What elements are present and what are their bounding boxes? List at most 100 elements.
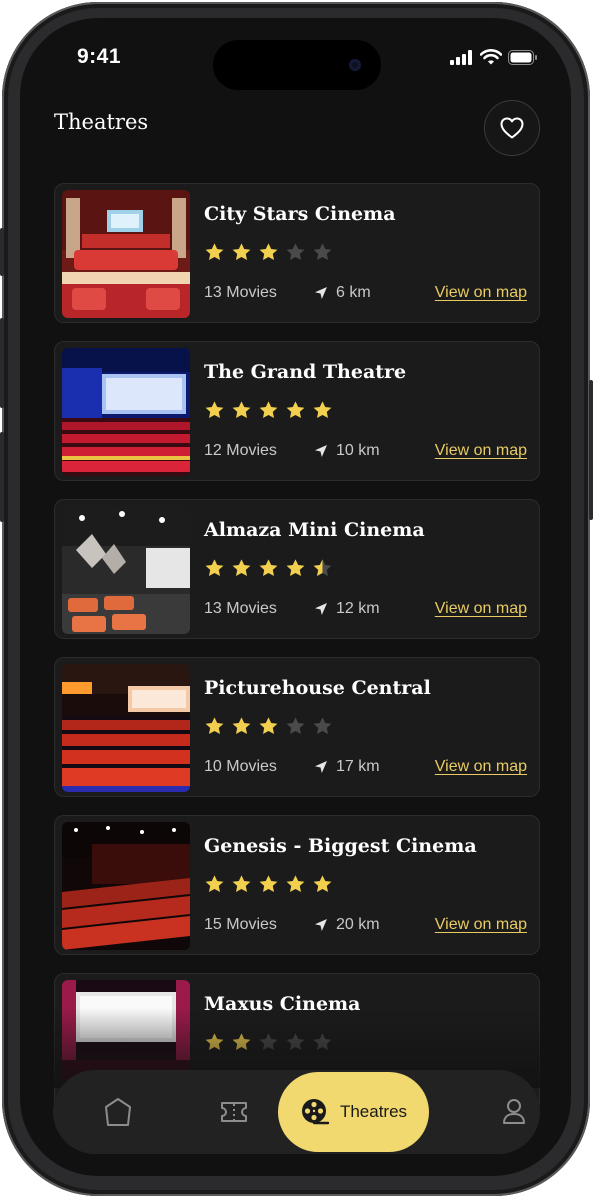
theatre-card[interactable]: Picturehouse Central 10 Movies 17 km Vie… bbox=[54, 657, 540, 797]
profile-icon bbox=[503, 1099, 525, 1124]
movie-count: 10 Movies bbox=[204, 758, 277, 775]
view-on-map-link[interactable]: View on map bbox=[435, 758, 527, 776]
star-filled-icon bbox=[205, 875, 224, 893]
star-filled-icon bbox=[313, 875, 332, 893]
rating-stars bbox=[204, 874, 333, 895]
star-filled-icon bbox=[259, 559, 278, 577]
theatre-thumbnail bbox=[62, 664, 190, 792]
star-filled-icon bbox=[205, 401, 224, 419]
star-empty-icon bbox=[286, 1033, 305, 1051]
rating-stars bbox=[204, 1032, 333, 1053]
star-filled-icon bbox=[232, 1033, 251, 1051]
star-empty-icon bbox=[313, 717, 332, 735]
distance: 17 km bbox=[314, 758, 380, 776]
star-filled-icon bbox=[259, 875, 278, 893]
location-arrow-icon bbox=[315, 287, 327, 299]
status-bar: 9:41 bbox=[20, 18, 571, 98]
star-filled-icon bbox=[232, 559, 251, 577]
location-arrow-icon bbox=[315, 445, 327, 457]
view-on-map-link[interactable]: View on map bbox=[435, 284, 527, 302]
theatre-thumbnail bbox=[62, 348, 190, 476]
tab-home[interactable] bbox=[79, 1070, 157, 1154]
theatre-name: Picturehouse Central bbox=[204, 677, 431, 699]
view-on-map-link[interactable]: View on map bbox=[435, 916, 527, 934]
star-filled-icon bbox=[232, 717, 251, 735]
tab-theatres[interactable]: Theatres bbox=[278, 1072, 429, 1152]
star-filled-icon bbox=[205, 1033, 224, 1051]
heart-icon bbox=[500, 117, 524, 139]
theatre-card[interactable]: Genesis - Biggest Cinema 15 Movies 20 km… bbox=[54, 815, 540, 955]
star-filled-icon bbox=[232, 875, 251, 893]
theatre-thumbnail bbox=[62, 506, 190, 634]
movie-count: 13 Movies bbox=[204, 284, 277, 301]
movie-count: 13 Movies bbox=[204, 600, 277, 617]
wifi-icon bbox=[480, 49, 502, 65]
star-filled-icon bbox=[232, 243, 251, 261]
theatre-card[interactable]: The Grand Theatre 12 Movies 10 km View o… bbox=[54, 341, 540, 481]
star-empty-icon bbox=[286, 717, 305, 735]
location-arrow-icon bbox=[315, 919, 327, 931]
silent-switch bbox=[0, 228, 4, 276]
theatre-name: City Stars Cinema bbox=[204, 203, 396, 225]
view-on-map-link[interactable]: View on map bbox=[435, 600, 527, 618]
star-half-icon bbox=[313, 559, 332, 577]
view-on-map-link[interactable]: View on map bbox=[435, 442, 527, 460]
theatre-thumbnail bbox=[62, 822, 190, 950]
star-filled-icon bbox=[259, 401, 278, 419]
tab-profile[interactable] bbox=[475, 1070, 553, 1154]
distance-value: 20 km bbox=[336, 916, 380, 933]
star-filled-icon bbox=[313, 401, 332, 419]
rating-stars bbox=[204, 558, 333, 579]
bottom-tab-bar: Theatres bbox=[53, 1070, 540, 1154]
power-button bbox=[589, 380, 593, 520]
theatre-card[interactable]: City Stars Cinema 13 Movies 6 km View on… bbox=[54, 183, 540, 323]
distance: 10 km bbox=[314, 442, 380, 460]
distance-value: 12 km bbox=[336, 600, 380, 617]
rating-stars bbox=[204, 242, 333, 263]
theatre-name: Almaza Mini Cinema bbox=[204, 519, 425, 541]
star-filled-icon bbox=[232, 401, 251, 419]
status-icons bbox=[450, 49, 538, 65]
star-filled-icon bbox=[205, 243, 224, 261]
star-empty-icon bbox=[286, 243, 305, 261]
star-empty-icon bbox=[313, 243, 332, 261]
tab-theatres-label: Theatres bbox=[339, 1102, 408, 1121]
distance-value: 17 km bbox=[336, 758, 380, 775]
signal-icon bbox=[450, 49, 472, 65]
star-filled-icon bbox=[286, 875, 305, 893]
theatre-list: City Stars Cinema 13 Movies 6 km View on… bbox=[54, 183, 540, 1131]
rating-stars bbox=[204, 716, 333, 737]
theatre-name: Maxus Cinema bbox=[204, 993, 361, 1015]
ticket-icon bbox=[221, 1102, 247, 1122]
theatre-thumbnail bbox=[62, 190, 190, 318]
page-title: Theatres bbox=[54, 110, 149, 134]
star-filled-icon bbox=[259, 243, 278, 261]
location-arrow-icon bbox=[315, 761, 327, 773]
rating-stars bbox=[204, 400, 333, 421]
star-filled-icon bbox=[259, 717, 278, 735]
favorites-button[interactable] bbox=[484, 100, 540, 156]
volume-down-button bbox=[0, 432, 4, 522]
distance: 12 km bbox=[314, 600, 380, 618]
home-icon bbox=[105, 1098, 131, 1126]
star-filled-icon bbox=[205, 717, 224, 735]
star-filled-icon bbox=[286, 401, 305, 419]
theatre-card[interactable]: Almaza Mini Cinema 13 Movies 12 km View … bbox=[54, 499, 540, 639]
distance-value: 6 km bbox=[336, 284, 371, 301]
theatre-name: Genesis - Biggest Cinema bbox=[204, 835, 477, 857]
theatre-name: The Grand Theatre bbox=[204, 361, 407, 383]
status-time: 9:41 bbox=[77, 45, 122, 68]
volume-up-button bbox=[0, 318, 4, 408]
camera-icon bbox=[349, 59, 361, 71]
star-filled-icon bbox=[286, 559, 305, 577]
battery-icon bbox=[508, 49, 537, 65]
location-arrow-icon bbox=[315, 603, 327, 615]
star-filled-icon bbox=[205, 559, 224, 577]
screen: 9:41 Theatres City Stars Cinema 13 Movie… bbox=[20, 18, 571, 1176]
movie-count: 12 Movies bbox=[204, 442, 277, 459]
distance: 6 km bbox=[314, 284, 371, 302]
film-reel-icon bbox=[301, 1099, 330, 1125]
movie-count: 15 Movies bbox=[204, 916, 277, 933]
star-empty-icon bbox=[313, 1033, 332, 1051]
tab-tickets[interactable] bbox=[195, 1070, 273, 1154]
